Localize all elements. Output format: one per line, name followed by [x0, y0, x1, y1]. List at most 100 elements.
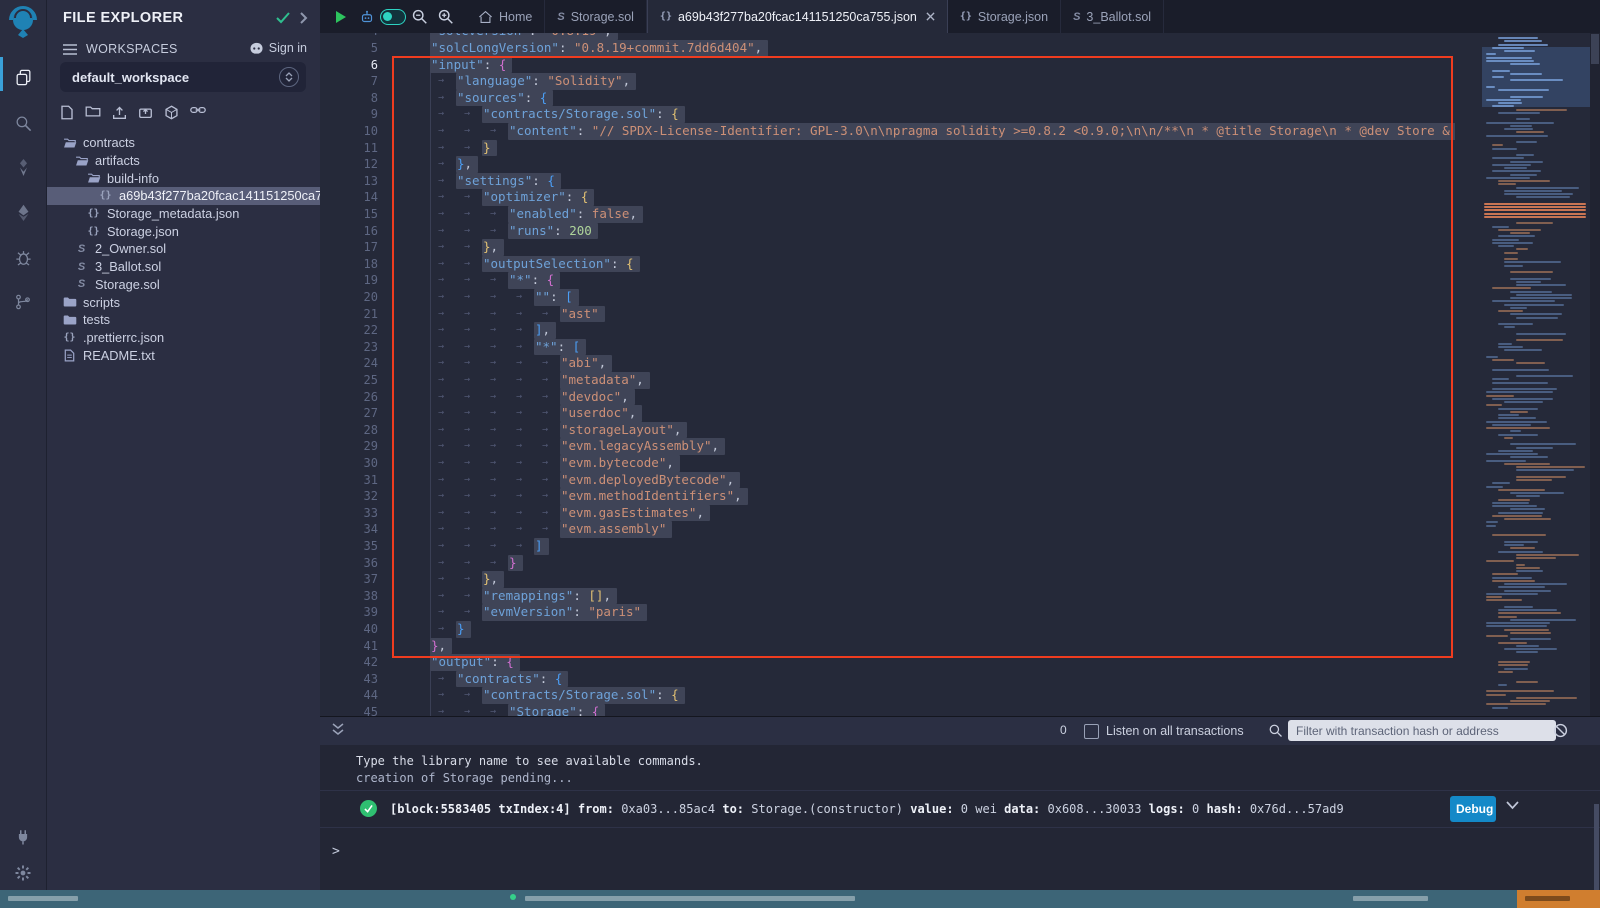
run-script-button[interactable] [328, 0, 354, 33]
code-text: }, [456, 156, 478, 173]
minimap-line [1486, 421, 1547, 423]
close-tab-icon[interactable] [926, 12, 935, 21]
expand-terminal-icon[interactable] [332, 722, 344, 736]
tab-whitespace-arrow: → [490, 289, 496, 306]
folder-icon [62, 296, 77, 308]
minimap-line [1484, 209, 1586, 211]
minimap[interactable] [1482, 33, 1590, 716]
tab-whitespace-arrow: → [438, 355, 444, 372]
tab-whitespace-arrow: → [464, 372, 470, 389]
code-text: "outputSelection": { [482, 256, 640, 273]
upload-folder-icon[interactable] [138, 105, 153, 120]
minimap-line [1484, 213, 1586, 215]
status-alert-segment[interactable] [1517, 890, 1600, 908]
remix-ai-robot-icon[interactable] [354, 0, 380, 33]
sidebar-item-git[interactable] [0, 282, 46, 322]
zoom-in-icon[interactable] [432, 0, 458, 33]
copilot-toggle[interactable] [380, 0, 406, 33]
tab-whitespace-arrow: → [438, 140, 444, 157]
minimap-line [1516, 284, 1566, 286]
tab-whitespace-arrow: → [490, 455, 496, 472]
workspace-select[interactable]: default_workspace [60, 62, 306, 92]
sign-in-button[interactable]: Sign in [249, 41, 307, 55]
minimap-line [1498, 664, 1528, 666]
tab-whitespace-arrow: → [542, 472, 548, 489]
tree-item-2-owner-sol[interactable]: S2_Owner.sol [46, 240, 320, 258]
minimap-line [1504, 544, 1524, 546]
json-braces-icon: {} [960, 11, 972, 22]
debug-button[interactable]: Debug [1450, 796, 1496, 822]
tree-item-storage-sol[interactable]: SStorage.sol [46, 276, 320, 294]
new-file-icon[interactable] [60, 105, 74, 120]
sidebar-item-settings[interactable] [0, 853, 46, 893]
tab-whitespace-arrow: → [490, 704, 496, 716]
tab-a69b43f277ba20fcac141151250ca755-json[interactable]: {}a69b43f277ba20fcac141151250ca755.json [647, 0, 948, 33]
editor-scrollbar-track[interactable] [1590, 33, 1600, 716]
minimap-line [1486, 703, 1546, 705]
minimap-line [1486, 404, 1502, 406]
line-number: 21 [320, 306, 378, 323]
terminal-output[interactable]: Type the library name to see available c… [320, 744, 1600, 890]
zoom-out-icon[interactable] [406, 0, 432, 33]
tree-item-3-ballot-sol[interactable]: S3_Ballot.sol [46, 258, 320, 276]
sidebar-item-debugger[interactable] [0, 237, 46, 277]
tree-item-a69b43f277ba20fcac141151250ca7-[interactable]: {}a69b43f277ba20fcac141151250ca7... [46, 187, 320, 205]
line-number: 16 [320, 223, 378, 240]
tab-whitespace-arrow: → [490, 123, 496, 140]
minimap-line [1498, 323, 1533, 325]
minimap-line [1492, 424, 1531, 426]
minimap-line [1504, 463, 1550, 465]
minimap-line [1510, 700, 1550, 702]
tab-whitespace-arrow: → [490, 438, 496, 455]
ipfs-box-icon[interactable] [164, 105, 179, 120]
chevron-down-icon[interactable] [1506, 801, 1519, 810]
hamburger-menu-icon[interactable] [63, 44, 77, 55]
new-folder-icon[interactable] [85, 105, 101, 120]
tree-item-storage-json[interactable]: {}Storage.json [46, 222, 320, 240]
tab-whitespace-arrow: → [516, 472, 522, 489]
minimap-line [1516, 645, 1539, 647]
tree-item-storage-metadata-json[interactable]: {}Storage_metadata.json [46, 205, 320, 223]
search-icon[interactable] [1268, 723, 1283, 738]
code-text: "": [ [534, 289, 579, 306]
line-number: 29 [320, 438, 378, 455]
tree-item--prettierrc-json[interactable]: {}.prettierrc.json [46, 329, 320, 347]
line-number: 39 [320, 604, 378, 621]
code-text: "evm.deployedBytecode", [560, 472, 740, 489]
tree-item-build-info[interactable]: build-info [46, 169, 320, 187]
tree-item-scripts[interactable]: scripts [46, 293, 320, 311]
transaction-filter-input[interactable] [1288, 720, 1556, 741]
minimap-line [1516, 447, 1553, 449]
transaction-row[interactable]: [block:5583405 txIndex:4] from: 0xa03...… [320, 790, 1600, 828]
upload-file-icon[interactable] [112, 105, 127, 120]
link-icon[interactable] [190, 105, 206, 120]
tab-home[interactable]: Home [466, 0, 545, 33]
tab-whitespace-arrow: → [516, 289, 522, 306]
code-area[interactable]: 4"solcVersion": "0.8.19",5"solcLongVersi… [320, 33, 1455, 716]
tree-item-artifacts[interactable]: artifacts [46, 152, 320, 170]
sidebar-item-plugin-manager[interactable] [0, 817, 46, 857]
sidebar-item-file-explorer[interactable] [0, 57, 46, 97]
editor-scrollbar-thumb[interactable] [1591, 34, 1599, 64]
tree-item-tests[interactable]: tests [46, 311, 320, 329]
tab-whitespace-arrow: → [464, 571, 470, 588]
tab-whitespace-arrow: → [464, 289, 470, 306]
tab-whitespace-arrow: → [516, 488, 522, 505]
tab-storage-sol[interactable]: SStorage.sol [545, 0, 647, 33]
sidebar-item-search[interactable] [0, 103, 46, 143]
tab-storage-json[interactable]: {}Storage.json [948, 0, 1061, 33]
sidebar-item-deploy-run[interactable] [0, 192, 46, 232]
minimap-line [1498, 642, 1527, 644]
chevron-right-icon[interactable] [300, 12, 308, 24]
folder-open-icon [74, 155, 89, 167]
tab-3-ballot-sol[interactable]: S3_Ballot.sol [1061, 0, 1164, 33]
terminal-scrollbar-thumb[interactable] [1594, 804, 1599, 890]
listen-all-transactions-checkbox[interactable] [1084, 724, 1099, 739]
tree-item-contracts[interactable]: contracts [46, 134, 320, 152]
line-number: 23 [320, 339, 378, 356]
tab-whitespace-arrow: → [464, 588, 470, 605]
code-line-43: 43→"contracts": { [320, 671, 1455, 688]
tree-item-readme-txt[interactable]: README.txt [46, 346, 320, 364]
clear-console-icon[interactable] [1553, 723, 1568, 738]
sidebar-item-solidity-compiler[interactable] [0, 147, 46, 187]
